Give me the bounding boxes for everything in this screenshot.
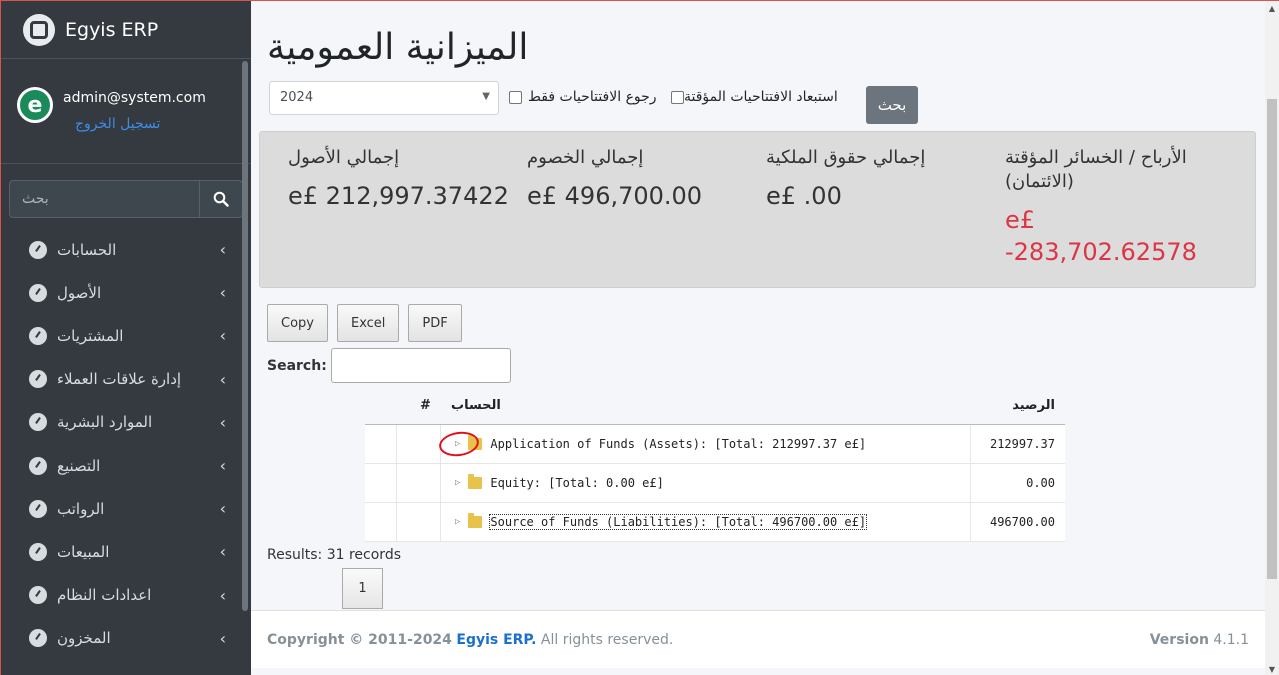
dashboard-icon — [29, 240, 47, 259]
sidebar-item-sales[interactable]: المبيعات ‹ — [1, 530, 251, 573]
user-panel: e admin@system.com تسجيل الخروج — [1, 59, 251, 164]
tree-row-equity[interactable]: ▷ Equity: [Total: 0.00 e£] 0.00 — [365, 464, 1065, 503]
search-button[interactable]: بحث — [866, 86, 918, 124]
sidebar-item-assets[interactable]: الأصول ‹ — [1, 271, 251, 314]
scroll-up-icon[interactable]: ▲ — [1265, 1, 1279, 15]
sidebar-item-hr[interactable]: الموارد البشرية ‹ — [1, 401, 251, 444]
dashboard-icon — [29, 326, 47, 345]
sidebar-item-accounts[interactable]: الحسابات ‹ — [1, 228, 251, 271]
footer-brand-link[interactable]: Egyis ERP. — [456, 632, 536, 648]
search-icon — [213, 191, 229, 207]
sidebar-search-input[interactable]: بحث — [9, 180, 199, 218]
total-equity: إجمالي حقوق الملكية e£ .00 — [766, 147, 926, 210]
chevron-left-icon: ‹ — [219, 326, 226, 346]
sidebar-item-crm[interactable]: إدارة علاقات العملاء ‹ — [1, 358, 251, 401]
sidebar-scrollbar[interactable] — [242, 61, 248, 611]
scroll-thumb[interactable] — [1267, 99, 1277, 579]
node-label[interactable]: Application of Funds (Assets): [Total: 2… — [490, 437, 866, 451]
page-title: الميزانية العمومية — [267, 27, 529, 68]
dashboard-icon — [29, 586, 47, 605]
brand-logo-icon — [23, 13, 55, 46]
footer: Copyright © 2011-2024 Egyis ERP. All rig… — [251, 610, 1265, 668]
version: Version 4.1.1 — [1149, 631, 1249, 648]
chevron-left-icon: ‹ — [219, 283, 226, 303]
pdf-button[interactable]: PDF — [408, 304, 462, 342]
table-search: Search: — [267, 348, 511, 383]
dashboard-icon — [29, 499, 47, 518]
copy-button[interactable]: Copy — [267, 304, 328, 342]
sidebar-item-purchases[interactable]: المشتريات ‹ — [1, 314, 251, 357]
chevron-left-icon: ‹ — [219, 369, 226, 389]
balance-cell: 212997.37 — [989, 437, 1055, 451]
chevron-left-icon: ‹ — [219, 456, 226, 476]
checkbox[interactable] — [509, 90, 522, 104]
expand-arrow-icon[interactable]: ▷ — [455, 517, 460, 527]
node-label[interactable]: Equity: [Total: 0.00 e£] — [490, 476, 663, 490]
year-select[interactable]: 2024 ▼ — [269, 81, 499, 115]
dashboard-icon — [29, 629, 47, 648]
copyright: Copyright © 2011-2024 Egyis ERP. All rig… — [267, 631, 674, 648]
accounts-tree-table: # الحساب الرصيد ▷ Application of Funds (… — [365, 387, 1065, 542]
tree-row-liabilities[interactable]: ▷ Source of Funds (Liabilities): [Total:… — [365, 503, 1065, 542]
sidebar: Egyis ERP e admin@system.com تسجيل الخرو… — [1, 1, 251, 675]
folder-icon — [468, 474, 483, 489]
chevron-left-icon: ‹ — [219, 585, 226, 605]
sidebar-search: بحث — [9, 180, 243, 218]
scroll-down-icon[interactable]: ▼ — [1265, 662, 1279, 675]
brand-name: Egyis ERP — [65, 18, 159, 41]
sidebar-menu: الحسابات ‹ الأصول ‹ المشتريات ‹ إدارة علاقا… — [1, 228, 251, 660]
header-account[interactable]: الحساب — [451, 398, 501, 413]
logout-link[interactable]: تسجيل الخروج — [63, 116, 206, 132]
header-hash[interactable]: # — [420, 398, 431, 413]
tree-header: # الحساب الرصيد — [365, 387, 1065, 425]
sidebar-item-inventory[interactable]: المخزون ‹ — [1, 617, 251, 660]
folder-icon — [468, 513, 483, 528]
avatar: e — [17, 87, 53, 123]
chevron-left-icon: ‹ — [219, 240, 226, 260]
table-search-input[interactable] — [330, 348, 511, 383]
exclude-temp-openings-checkbox[interactable]: استبعاد الافتتاحيات المؤقتة — [671, 89, 838, 105]
total-liabilities: إجمالي الخصوم e£ 496,700.00 — [527, 147, 703, 210]
dashboard-icon — [29, 456, 47, 475]
balance-cell: 496700.00 — [989, 515, 1055, 529]
dashboard-icon — [29, 370, 47, 389]
balance-cell: 0.00 — [1026, 476, 1055, 490]
brand[interactable]: Egyis ERP — [1, 1, 251, 59]
checkbox[interactable] — [671, 90, 684, 104]
header-balance[interactable]: الرصيد — [1012, 398, 1055, 413]
total-assets: إجمالي الأصول e£ 212,997.37422 — [288, 147, 509, 210]
user-email: admin@system.com — [63, 90, 206, 106]
sidebar-search-button[interactable] — [199, 180, 243, 218]
sidebar-item-settings[interactable]: اعدادات النظام ‹ — [1, 574, 251, 617]
filters-bar: 2024 ▼ رجوع الافتتاحيات فقط استبعاد الاف… — [269, 81, 919, 124]
page-button-1[interactable]: 1 — [342, 568, 383, 609]
chevron-left-icon: ‹ — [219, 542, 226, 562]
summary-panel: إجمالي الأصول e£ 212,997.37422 إجمالي ال… — [259, 131, 1256, 288]
tree-row-assets[interactable]: ▷ Application of Funds (Assets): [Total:… — [365, 425, 1065, 464]
node-label[interactable]: Source of Funds (Liabilities): [Total: 4… — [489, 514, 868, 530]
page-scrollbar[interactable]: ▲ ▼ — [1265, 1, 1279, 675]
dashboard-icon — [29, 413, 47, 432]
dashboard-icon — [29, 542, 47, 561]
excel-button[interactable]: Excel — [336, 304, 400, 342]
chevron-left-icon: ‹ — [219, 412, 226, 432]
return-openings-only-checkbox[interactable]: رجوع الافتتاحيات فقط — [509, 89, 657, 105]
temp-profit-loss: الأرباح / الخسائر المؤقتة (الائتمان) e£ … — [1005, 147, 1197, 266]
chevron-left-icon: ‹ — [219, 499, 226, 519]
dashboard-icon — [29, 283, 47, 302]
chevron-left-icon: ‹ — [219, 628, 226, 648]
main-content: الميزانية العمومية 2024 ▼ رجوع الافتتاحي… — [251, 1, 1265, 675]
results-count: Results: 31 records — [267, 547, 401, 563]
expand-arrow-icon[interactable]: ▷ — [455, 478, 460, 488]
caret-down-icon: ▼ — [482, 91, 490, 102]
export-buttons: Copy Excel PDF — [267, 304, 462, 342]
sidebar-item-payroll[interactable]: الرواتب ‹ — [1, 487, 251, 530]
sidebar-item-manufacturing[interactable]: التصنيع ‹ — [1, 444, 251, 487]
